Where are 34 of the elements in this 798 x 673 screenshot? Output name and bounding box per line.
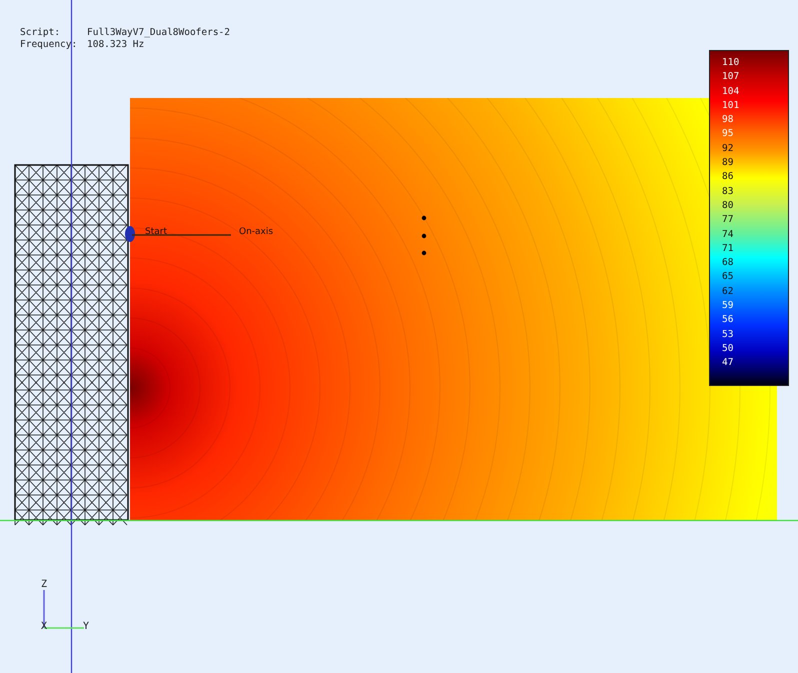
legend-label: 47 <box>722 356 734 370</box>
info-label: Script: <box>20 27 62 39</box>
legend-label: 83 <box>722 184 734 199</box>
y-axis-line <box>44 627 84 629</box>
legend-label: 89 <box>722 156 734 170</box>
legend-label: 62 <box>722 284 734 299</box>
legend-label: 95 <box>722 127 734 142</box>
probe-start-label: Start <box>145 227 167 237</box>
legend-label: 56 <box>722 313 734 328</box>
legend-label: 98 <box>722 113 734 128</box>
legend-label: 53 <box>722 328 734 342</box>
probe-points <box>422 216 426 256</box>
legend-label: 68 <box>722 256 734 270</box>
info-value: Full3WayV7_Dual8Woofers-2 <box>87 27 230 39</box>
legend-label: 74 <box>722 228 734 242</box>
legend-label: 92 <box>722 142 734 156</box>
legend-label: 86 <box>722 170 734 184</box>
x-axis-label: X <box>41 621 48 632</box>
z-axis-line <box>43 590 45 628</box>
probe-end-label: On-axis <box>239 227 274 237</box>
y-axis-label: Y <box>83 621 90 632</box>
z-axis-label: Z <box>41 579 48 590</box>
legend-label: 59 <box>722 299 734 314</box>
legend-label: 80 <box>722 198 734 213</box>
legend-label: 101 <box>722 98 740 113</box>
legend-label: 65 <box>722 270 734 284</box>
legend-label: 50 <box>722 342 734 356</box>
legend-label: 104 <box>722 84 740 99</box>
driver-marker <box>125 226 135 242</box>
legend-label: 110 <box>722 56 740 70</box>
legend-label: 71 <box>722 242 734 256</box>
legend-label: 77 <box>722 213 734 228</box>
legend-label: 107 <box>722 70 740 84</box>
info-value: 108.323 Hz <box>87 39 146 51</box>
